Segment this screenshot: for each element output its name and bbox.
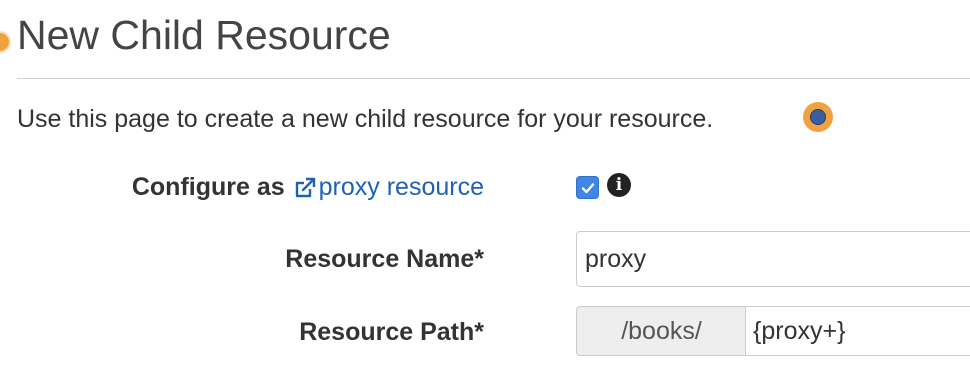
resource-name-input[interactable]: proxy	[576, 231, 970, 287]
info-icon[interactable]: i	[607, 173, 631, 197]
page: New Child Resource Use this page to crea…	[0, 0, 970, 380]
highlight-marker-center	[811, 110, 825, 124]
resource-name-label: Resource Name*	[285, 245, 484, 273]
proxy-resource-checkbox[interactable]	[576, 176, 599, 199]
highlight-marker	[0, 33, 9, 51]
title-divider	[17, 78, 970, 79]
page-intro: Use this page to create a new child reso…	[17, 105, 714, 133]
checkmark-icon	[581, 182, 594, 193]
resource-path-input[interactable]: {proxy+}	[745, 306, 970, 356]
external-link-icon	[295, 177, 315, 197]
resource-path-label: Resource Path*	[299, 318, 484, 346]
resource-path-prefix: /books/	[576, 306, 746, 356]
page-title: New Child Resource	[17, 12, 391, 58]
configure-label-text: Configure as	[131, 173, 285, 201]
configure-label: Configure as proxy resource	[132, 173, 484, 202]
proxy-resource-link[interactable]: proxy resource	[319, 173, 484, 202]
highlight-marker	[803, 102, 833, 132]
